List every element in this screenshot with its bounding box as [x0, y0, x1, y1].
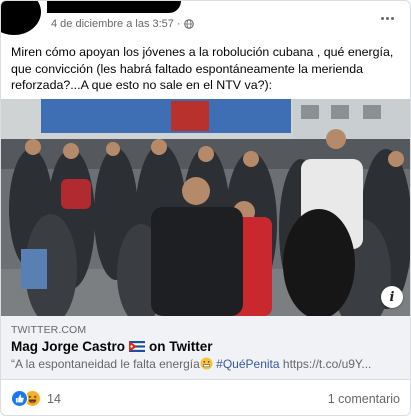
- link-preview[interactable]: TWITTER.COM Mag Jorge Castro on Twitter …: [1, 316, 410, 380]
- reactions-summary[interactable]: 14: [11, 390, 61, 407]
- globe-icon: [183, 19, 194, 29]
- post-header: 4 de diciembre a las 3:57 ·: [1, 1, 410, 39]
- crowd-photo: [1, 99, 410, 316]
- grimacing-emoji-icon: [200, 357, 213, 370]
- link-desc-hashtag[interactable]: #QuéPenita: [216, 357, 279, 371]
- link-description: “A la espontaneidad le falta energía #Qu…: [11, 357, 402, 371]
- link-desc-text: “A la espontaneidad le falta energía: [11, 357, 200, 371]
- like-icon: [11, 390, 28, 407]
- more-options-icon[interactable]: [376, 9, 398, 27]
- post-meta: 4 de diciembre a las 3:57 ·: [51, 18, 194, 30]
- link-domain: TWITTER.COM: [11, 324, 87, 336]
- redacted-avatar[interactable]: [1, 1, 41, 35]
- link-desc-url[interactable]: https://t.co/u9Y...: [283, 357, 372, 371]
- comments-count-link[interactable]: 1 comentario: [328, 392, 400, 406]
- info-icon[interactable]: i: [381, 286, 403, 308]
- link-title-suffix: on Twitter: [149, 339, 213, 354]
- meta-separator: ·: [176, 18, 181, 30]
- link-title: Mag Jorge Castro on Twitter: [11, 339, 402, 354]
- facebook-post-card: 4 de diciembre a las 3:57 · Miren cómo a…: [0, 0, 411, 416]
- post-image[interactable]: i: [1, 99, 410, 316]
- post-footer: 14 1 comentario: [1, 381, 410, 415]
- cuba-flag-icon: [129, 341, 146, 352]
- link-title-name: Mag Jorge Castro: [11, 339, 126, 354]
- post-timestamp[interactable]: 4 de diciembre a las 3:57: [51, 18, 174, 30]
- reaction-count: 14: [47, 391, 61, 406]
- redacted-author-name[interactable]: [47, 1, 181, 13]
- post-text: Miren cómo apoyan los jóvenes a la robol…: [11, 45, 394, 92]
